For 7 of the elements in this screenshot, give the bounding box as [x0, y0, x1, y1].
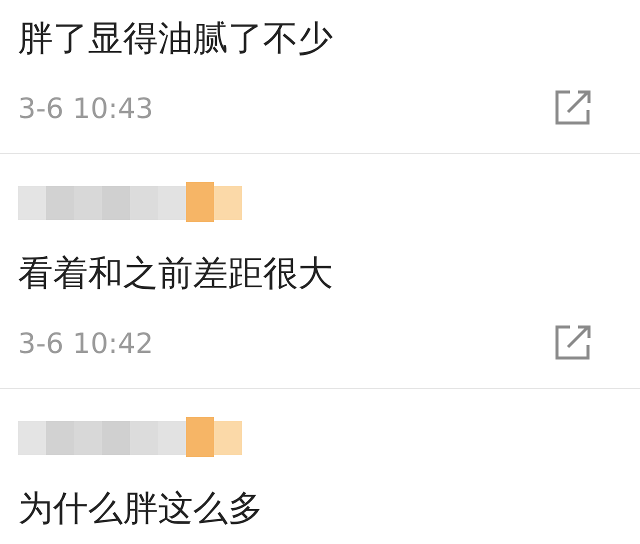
edit-icon[interactable] — [554, 325, 592, 361]
comment-time: 3-6 10:42 — [18, 326, 154, 360]
comment-text: 胖了显得油腻了不少 — [18, 18, 334, 61]
edit-icon[interactable] — [554, 90, 592, 126]
comment-time: 3-6 10:43 — [18, 92, 154, 124]
comment-text: 看着和之前差距很大 — [18, 253, 334, 296]
comment-text: 为什么胖这么多 — [18, 488, 264, 531]
